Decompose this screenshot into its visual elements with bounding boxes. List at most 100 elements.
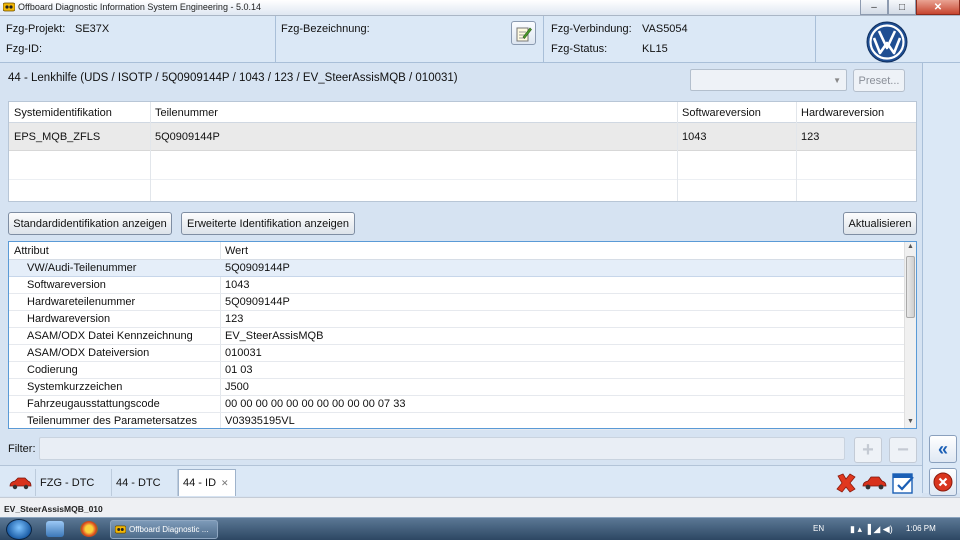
red-x-delete-icon[interactable] (835, 472, 857, 494)
attribute-row[interactable]: Systemkurzzeichen J500 (9, 379, 904, 396)
red-car-icon (9, 477, 32, 489)
tab-44-dtc[interactable]: 44 - DTC (112, 469, 178, 496)
verbindung-label: Fzg-Verbindung: (551, 23, 632, 35)
system-identification-table: Systemidentifikation Teilenummer Softwar… (8, 101, 917, 202)
right-side-panel: « (922, 63, 960, 496)
odis-app-icon (115, 525, 126, 534)
window-title: Offboard Diagnostic Information System E… (18, 2, 261, 12)
tab-label: 44 - ID (183, 477, 217, 489)
column-header[interactable]: Teilenummer (150, 107, 218, 119)
attribute-row[interactable]: ASAM/ODX Datei Kennzeichnung EV_SteerAssi… (9, 328, 904, 345)
scrollbar-thumb[interactable] (906, 256, 915, 318)
language-indicator[interactable]: EN (813, 524, 824, 533)
chrome-icon[interactable] (80, 521, 98, 537)
verbindung-value: VAS5054 (642, 23, 688, 35)
bezeichnung-section: Fzg-Bezeichnung: (276, 16, 544, 62)
attribute-row[interactable]: Codierung 01 03 (9, 362, 904, 379)
minimize-button[interactable]: – (860, 0, 888, 15)
remove-filter-button[interactable]: − (889, 437, 917, 463)
close-tab-icon[interactable]: ✕ (221, 478, 229, 489)
standard-identification-button[interactable]: Standardidentifikation anzeigen (8, 212, 172, 235)
tab-44-id[interactable]: 44 - ID ✕ (178, 469, 236, 496)
attribute-table: Attribut Wert VW/Audi-Teilenummer 5Q09091… (8, 241, 917, 430)
vw-logo-icon (866, 21, 908, 63)
vehicle-tab-icon-button[interactable] (4, 469, 36, 496)
checklist-window-icon[interactable] (891, 471, 915, 495)
attribute-name: Hardwareteilenummer (27, 296, 136, 308)
status-text: EV_SteerAssisMQB_010 (4, 504, 103, 514)
title-bar: Offboard Diagnostic Information System E… (0, 0, 960, 16)
attribute-row[interactable]: Teilenummer des Parametersatzes V03935195… (9, 413, 904, 430)
attribute-name: VW/Audi-Teilenummer (27, 262, 137, 274)
collapse-panel-button[interactable]: « (929, 435, 957, 463)
scroll-up-arrow-icon[interactable]: ▲ (907, 243, 914, 250)
attribute-value: 01 03 (225, 364, 253, 376)
vehicle-info-header: Fzg-Projekt: SE37X Fzg-ID: Fzg-Bezeichnu… (0, 16, 960, 63)
attribute-name: ASAM/ODX Datei Kennzeichnung (27, 330, 193, 342)
close-window-button[interactable]: ✕ (916, 0, 960, 15)
taskbar-task-label: Offboard Diagnostic ... (129, 525, 209, 534)
filter-label: Filter: (8, 443, 36, 455)
table-cell: 123 (801, 131, 820, 143)
extended-identification-button[interactable]: Erweiterte Identifikation anzeigen (181, 212, 355, 235)
windows-taskbar: Offboard Diagnostic ... EN ▮ ▴ ▐ ◢ ◀) 1:… (0, 517, 960, 540)
attribute-row[interactable]: Hardwareversion 123 (9, 311, 904, 328)
attribute-value: 123 (225, 313, 244, 325)
start-button[interactable] (6, 519, 32, 540)
preset-button[interactable]: Preset... (853, 69, 905, 92)
preset-dropdown[interactable]: ▼ (690, 69, 847, 91)
attribute-row[interactable]: Softwareversion 1043 (9, 277, 904, 294)
edit-notepad-icon (516, 27, 532, 41)
maximize-button[interactable]: □ (888, 0, 916, 15)
edit-vehicle-button[interactable] (511, 21, 536, 45)
scroll-down-arrow-icon[interactable]: ▼ (907, 418, 914, 425)
taskbar-odis-task[interactable]: Offboard Diagnostic ... (110, 520, 218, 539)
attribute-name: Fahrzeugausstattungscode (27, 398, 160, 410)
fzg-id-label: Fzg-ID: (6, 43, 43, 55)
attribute-name: Systemkurzzeichen (27, 381, 123, 393)
filter-input[interactable] (39, 437, 845, 460)
attribute-value: 5Q0909144P (225, 262, 290, 274)
attribute-value: J500 (225, 381, 249, 393)
connection-section: Fzg-Verbindung: VAS5054 Fzg-Status: KL15 (544, 16, 816, 62)
table-cell: EPS_MQB_ZFLS (14, 131, 101, 143)
refresh-button[interactable]: Aktualisieren (843, 212, 917, 235)
table-header: Systemidentifikation Teilenummer Softwar… (9, 102, 916, 123)
attribute-row[interactable]: Hardwareteilenummer 5Q0909144P (9, 294, 904, 311)
attribute-row[interactable]: ASAM/ODX Dateiversion 010031 (9, 345, 904, 362)
attribute-value: 5Q0909144P (225, 296, 290, 308)
tab-bar: FZG - DTC 44 - DTC 44 - ID ✕ (0, 465, 922, 496)
column-divider (677, 102, 678, 201)
add-filter-button[interactable]: + (854, 437, 882, 463)
projekt-value: SE37X (75, 23, 110, 35)
column-divider (796, 102, 797, 201)
explorer-icon[interactable] (46, 521, 64, 537)
column-header[interactable]: Hardwareversion (796, 107, 884, 119)
table-row[interactable]: EPS_MQB_ZFLS 5Q0909144P 1043 123 (9, 123, 916, 151)
attribute-value: EV_SteerAssisMQB (225, 330, 324, 342)
attribute-row[interactable]: VW/Audi-Teilenummer 5Q0909144P (9, 260, 904, 277)
vertical-scrollbar[interactable]: ▲ ▼ (904, 242, 916, 428)
odis-app-icon (3, 2, 15, 12)
attribute-name: Hardwareversion (27, 313, 111, 325)
attribute-table-header: Attribut Wert (9, 242, 904, 260)
red-car-diagnose-icon[interactable] (861, 475, 887, 491)
column-header[interactable]: Softwareversion (677, 107, 761, 119)
table-cell: 1043 (682, 131, 707, 143)
exit-button[interactable] (929, 468, 957, 496)
attribute-name: Codierung (27, 364, 78, 376)
column-header-wert[interactable]: Wert (225, 245, 248, 257)
clock[interactable]: 1:06 PM (906, 524, 936, 533)
attribute-name: Softwareversion (27, 279, 106, 291)
attribute-row[interactable]: Fahrzeugausstattungscode 00 00 00 00 00 0… (9, 396, 904, 413)
dropdown-arrow-icon: ▼ (833, 76, 841, 85)
project-section: Fzg-Projekt: SE37X Fzg-ID: (0, 16, 276, 62)
status-label: Fzg-Status: (551, 43, 608, 55)
tab-fzg-dtc[interactable]: FZG - DTC (36, 469, 112, 496)
attribute-value: 010031 (225, 347, 262, 359)
double-chevron-left-icon: « (937, 439, 948, 459)
column-header[interactable]: Systemidentifikation (9, 107, 112, 119)
attribute-value: 00 00 00 00 00 00 00 00 00 00 07 33 (225, 398, 406, 410)
tray-icons[interactable]: ▮ ▴ ▐ ◢ ◀) (850, 524, 893, 535)
column-header-attribut[interactable]: Attribut (14, 245, 49, 257)
